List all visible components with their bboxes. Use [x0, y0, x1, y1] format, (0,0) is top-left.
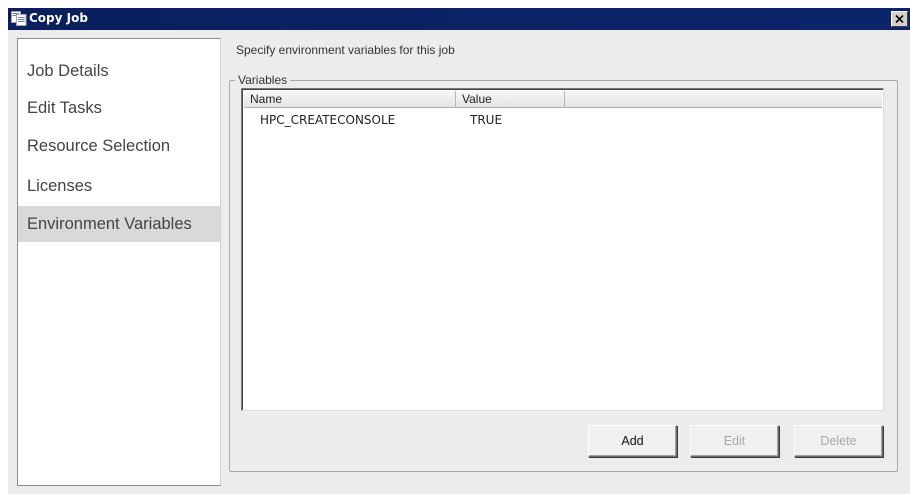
copy-job-icon — [11, 11, 27, 26]
title-bar: Copy Job — [8, 8, 910, 30]
instruction-text: Specify environment variables for this j… — [236, 43, 455, 57]
list-header: Name Value — [244, 91, 882, 108]
nav-item-licenses[interactable]: Licenses — [18, 168, 220, 204]
window-title: Copy Job — [29, 11, 88, 25]
close-button[interactable] — [891, 11, 908, 27]
row-name-cell: HPC_CREATECONSOLE — [260, 113, 396, 127]
add-button[interactable]: Add — [588, 425, 677, 457]
delete-button[interactable]: Delete — [794, 425, 883, 457]
table-row[interactable]: HPC_CREATECONSOLE TRUE — [244, 111, 644, 129]
nav-panel: Job Details Edit Tasks Resource Selectio… — [17, 38, 221, 486]
nav-item-job-details[interactable]: Job Details — [18, 53, 220, 89]
nav-item-resource-selection[interactable]: Resource Selection — [18, 128, 220, 164]
edit-button[interactable]: Edit — [690, 425, 779, 457]
nav-item-edit-tasks[interactable]: Edit Tasks — [18, 90, 220, 126]
column-header-name[interactable]: Name — [244, 91, 456, 108]
column-header-value[interactable]: Value — [456, 91, 565, 108]
close-icon — [895, 10, 904, 28]
variables-group-label: Variables — [235, 73, 291, 87]
row-value-cell: TRUE — [470, 113, 503, 127]
variables-list[interactable]: Name Value HPC_CREATECONSOLE TRUE — [241, 88, 884, 411]
nav-item-environment-variables[interactable]: Environment Variables — [18, 206, 220, 242]
